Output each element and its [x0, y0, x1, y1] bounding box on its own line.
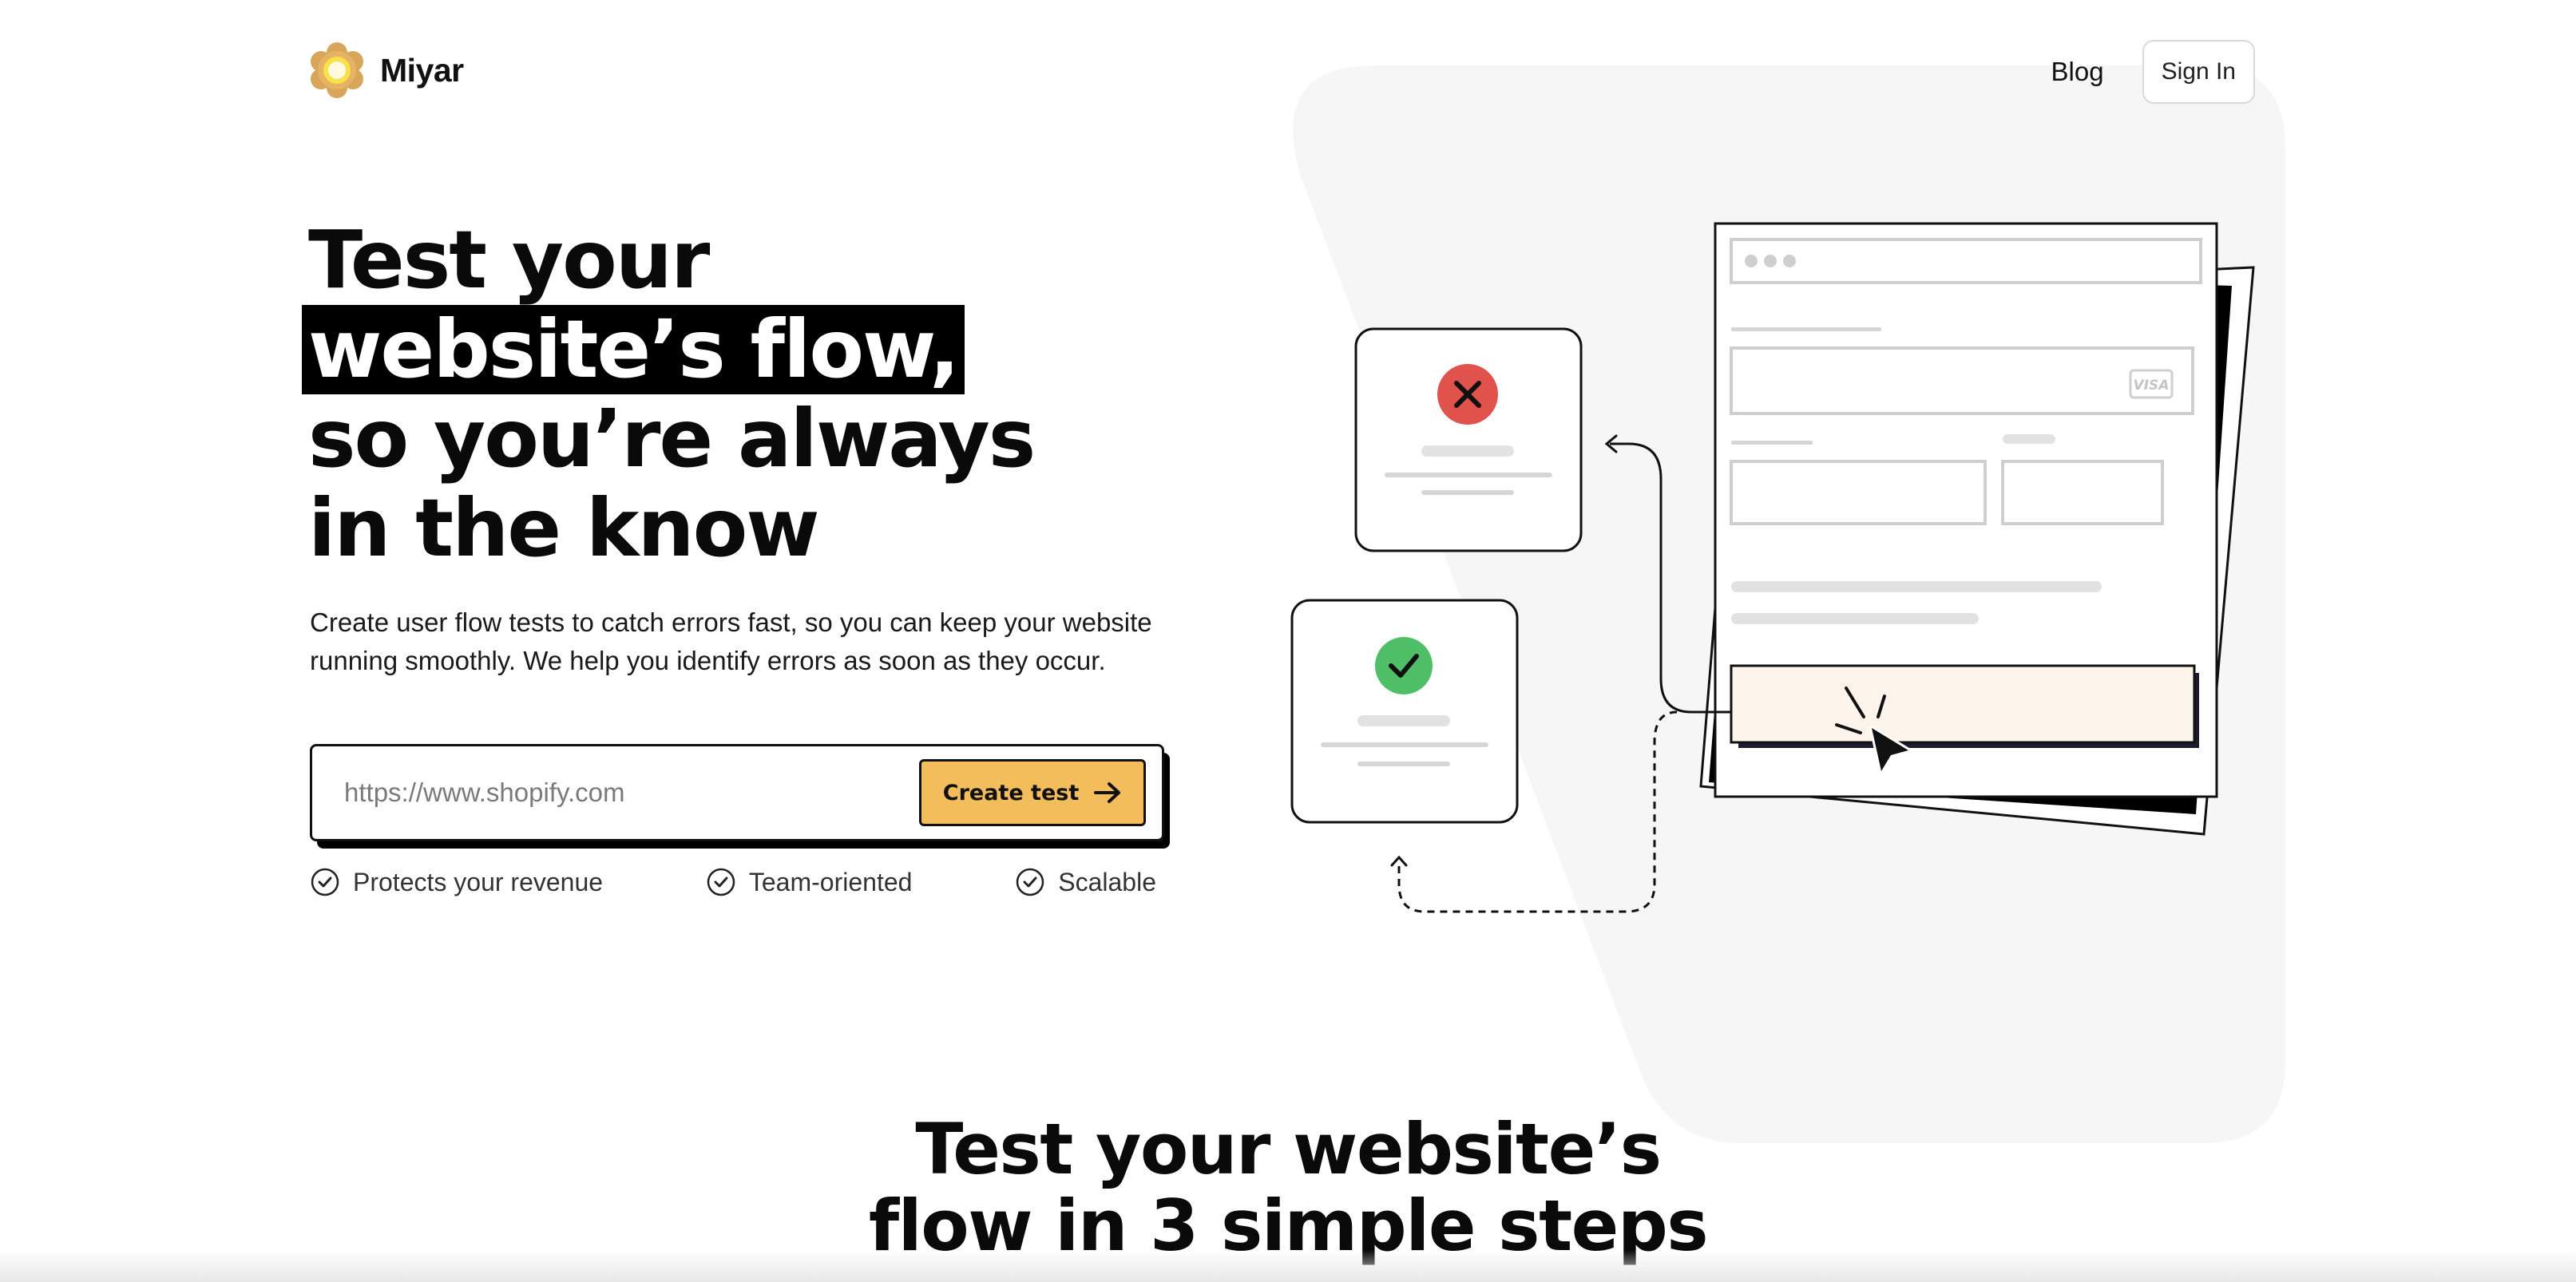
browser-dot-icon	[1783, 255, 1796, 267]
browser-dot-icon	[1764, 255, 1777, 267]
headline-highlight: website’s flow,	[302, 305, 965, 394]
sign-in-button[interactable]: Sign In	[2142, 40, 2255, 104]
feature-label: Scalable	[1058, 867, 1156, 896]
cvc-field	[2001, 460, 2164, 525]
expiry-field	[1730, 460, 1987, 525]
check-circle-icon	[311, 868, 339, 896]
headline-line-4: in the know	[308, 481, 820, 575]
steps-title-line-1: Test your website’s	[915, 1108, 1662, 1190]
feature-label: Protects your revenue	[353, 867, 604, 896]
success-check-icon	[1375, 637, 1433, 694]
browser-window: VISA	[1714, 222, 2218, 798]
hero-headline: Test your website’s flow, so you’re alwa…	[302, 213, 1036, 575]
steps-section-title: Test your website’s flow in 3 simple ste…	[0, 1111, 2576, 1264]
brand-name: Miyar	[380, 51, 464, 89]
website-url-input[interactable]	[344, 778, 887, 808]
create-test-form: Create test	[310, 744, 1164, 841]
arrow-right-icon	[1094, 782, 1121, 803]
top-nav: Blog Sign In	[2051, 40, 2255, 104]
brand-logo[interactable]: Miyar	[308, 42, 464, 99]
create-test-button[interactable]: Create test	[919, 759, 1146, 826]
headline-line-1: Test your	[308, 213, 710, 307]
card-number-field	[1730, 346, 2194, 415]
headline-line-3: so you’re always	[308, 392, 1036, 485]
visa-label: VISA	[2134, 378, 2170, 394]
hero-subtitle: Create user flow tests to catch errors f…	[310, 607, 1152, 675]
feature-list: Protects your revenue Team-oriented Scal…	[310, 867, 1156, 897]
feature-item: Team-oriented	[706, 867, 913, 897]
create-test-label: Create test	[942, 780, 1080, 805]
feature-label: Team-oriented	[748, 867, 913, 896]
nav-blog-link[interactable]: Blog	[2051, 57, 2104, 87]
pay-button	[1730, 664, 2196, 744]
bottom-fade	[0, 1250, 2576, 1282]
feature-item: Protects your revenue	[310, 867, 603, 897]
browser-dot-icon	[1745, 255, 1758, 267]
error-result-card	[1354, 327, 1583, 552]
browser-address-bar	[1730, 238, 2202, 284]
check-circle-icon	[1017, 868, 1044, 896]
check-circle-icon	[707, 868, 735, 896]
feature-item: Scalable	[1015, 867, 1156, 897]
success-result-card	[1290, 599, 1519, 824]
flower-logo-icon	[311, 42, 363, 98]
